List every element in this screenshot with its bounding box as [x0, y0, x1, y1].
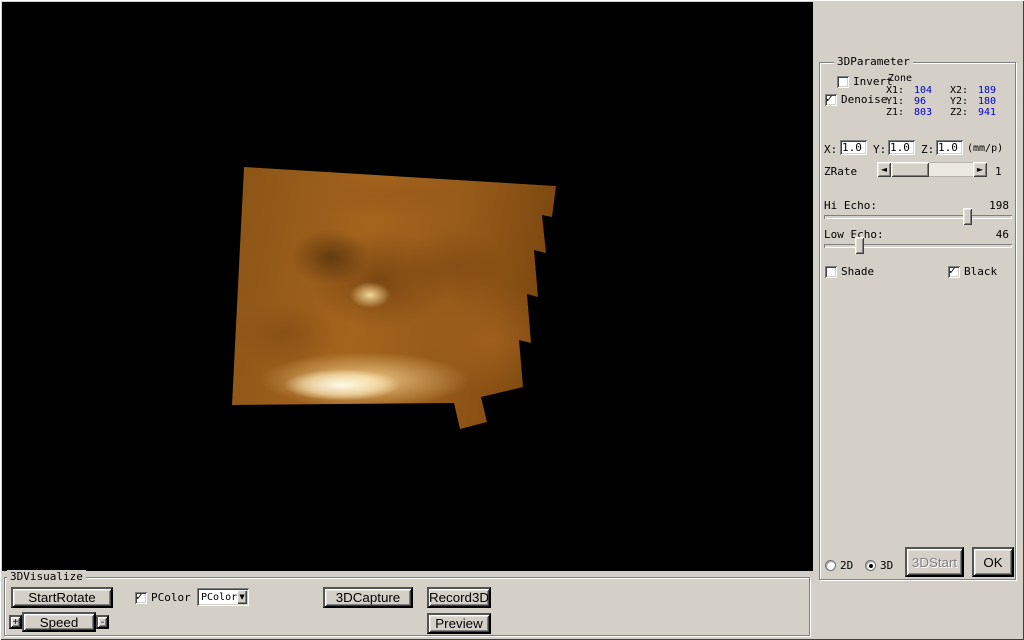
record3d-button[interactable]: Record3D [427, 587, 491, 608]
zone-panel: Zone X1: 104 X2: 189 Y1: 96 Y2: 180 Z1: … [884, 73, 1014, 121]
zrate-scroll-thumb[interactable] [891, 162, 929, 177]
parameter-groupbox: 3DParameter Invert ✓ Denoise Zone X1: 10… [819, 55, 1016, 580]
scale-y-label: Y: [873, 143, 887, 156]
radio-2d-circle[interactable] [825, 560, 836, 571]
low-echo-value: 46 [995, 228, 1009, 241]
low-echo-slider[interactable] [824, 237, 1012, 254]
zone-y1-label: Y1: [886, 96, 905, 107]
low-echo-label: Low Echo: [824, 228, 884, 241]
hi-echo-label: Hi Echo: [824, 199, 877, 212]
hi-echo-value: 198 [989, 199, 1009, 212]
3dcapture-button[interactable]: 3DCapture [323, 587, 413, 608]
hi-echo-slider[interactable] [824, 208, 1012, 225]
zone-x2-value: 189 [978, 85, 997, 96]
zrate-scrollbar[interactable]: ◄ ► [877, 162, 987, 177]
zone-y2-value: 180 [978, 96, 997, 107]
scale-x-input[interactable] [840, 140, 867, 155]
zone-x1-label: X1: [886, 85, 905, 96]
start-rotate-button[interactable]: StartRotate [11, 587, 113, 608]
invert-checkbox-box[interactable] [837, 75, 849, 88]
preview-button[interactable]: Preview [427, 613, 491, 634]
pcolor-checkbox-label: PColor [151, 591, 191, 604]
black-checkbox[interactable]: ✓ Black [948, 263, 998, 278]
arrow-left-icon: ◄ [880, 164, 888, 174]
scale-y-input[interactable] [888, 140, 915, 155]
scale-x-label: X: [824, 143, 838, 156]
zone-x2-label: X2: [950, 85, 969, 96]
pcolor-dropdown-value: PColor [201, 591, 238, 603]
radio-3d-circle[interactable] [865, 560, 876, 571]
black-checkbox-box[interactable]: ✓ [948, 263, 960, 278]
radio-dot [869, 564, 873, 568]
hi-echo-slider-thumb[interactable] [963, 208, 972, 225]
shade-checkbox-box[interactable] [825, 265, 837, 278]
ultrasound-volume-render [232, 167, 556, 429]
zrate-label: ZRate [824, 165, 858, 178]
speed-increase-button[interactable]: + [9, 615, 22, 629]
zone-z2-value: 941 [978, 107, 997, 118]
zone-y1-value: 96 [914, 96, 927, 107]
denoise-checkbox[interactable]: ✓ Denoise [825, 91, 888, 106]
radio-2d[interactable]: 2D [825, 559, 853, 572]
pcolor-checkbox[interactable]: ✓ PColor [135, 589, 191, 604]
pcolor-dropdown-arrow-button[interactable]: ▼ [237, 590, 247, 604]
shade-checkbox[interactable]: Shade [825, 265, 874, 278]
zone-z2-label: Z2: [950, 107, 969, 118]
app-window: 3DParameter Invert ✓ Denoise Zone X1: 10… [0, 0, 1024, 640]
visualize-group-title: 3DVisualize [7, 570, 86, 583]
radio-3d-label: 3D [880, 559, 894, 572]
scale-z-label: Z: [921, 143, 935, 156]
zone-title: Zone [888, 73, 913, 84]
zone-z1-value: 803 [914, 107, 933, 118]
pcolor-dropdown[interactable]: PColor ▼ [197, 588, 249, 606]
zone-y2-label: Y2: [950, 96, 969, 107]
zone-x1-value: 104 [914, 85, 933, 96]
radio-3d[interactable]: 3D [865, 559, 893, 572]
scale-unit-label: (mm/p) [967, 143, 1004, 154]
ok-button[interactable]: OK [972, 547, 1014, 577]
check-icon: ✓ [826, 91, 833, 105]
radio-2d-label: 2D [840, 559, 854, 572]
zrate-scroll-left-button[interactable]: ◄ [877, 162, 891, 177]
scale-z-input[interactable] [936, 140, 963, 155]
3dstart-button[interactable]: 3DStart [905, 547, 964, 577]
speed-decrease-button[interactable]: - [96, 615, 109, 629]
zrate-scroll-right-button[interactable]: ► [973, 162, 987, 177]
low-echo-slider-thumb[interactable] [855, 237, 864, 254]
shade-label: Shade [841, 265, 875, 278]
parameter-group-title: 3DParameter [834, 55, 913, 68]
zrate-value: 1 [995, 165, 1002, 178]
visualize-groupbox: 3DVisualize StartRotate ✓ PColor PColor … [4, 570, 810, 636]
denoise-label: Denoise [841, 93, 888, 106]
pcolor-checkbox-box[interactable]: ✓ [135, 589, 147, 604]
check-icon: ✓ [949, 263, 956, 277]
black-label: Black [964, 265, 998, 278]
render-viewport[interactable] [2, 2, 813, 571]
chevron-down-icon: ▼ [239, 592, 245, 601]
zone-z1-label: Z1: [886, 107, 905, 118]
arrow-right-icon: ► [976, 164, 984, 174]
speed-button[interactable]: Speed [22, 612, 96, 632]
denoise-checkbox-box[interactable]: ✓ [825, 91, 837, 106]
check-icon: ✓ [136, 589, 143, 603]
